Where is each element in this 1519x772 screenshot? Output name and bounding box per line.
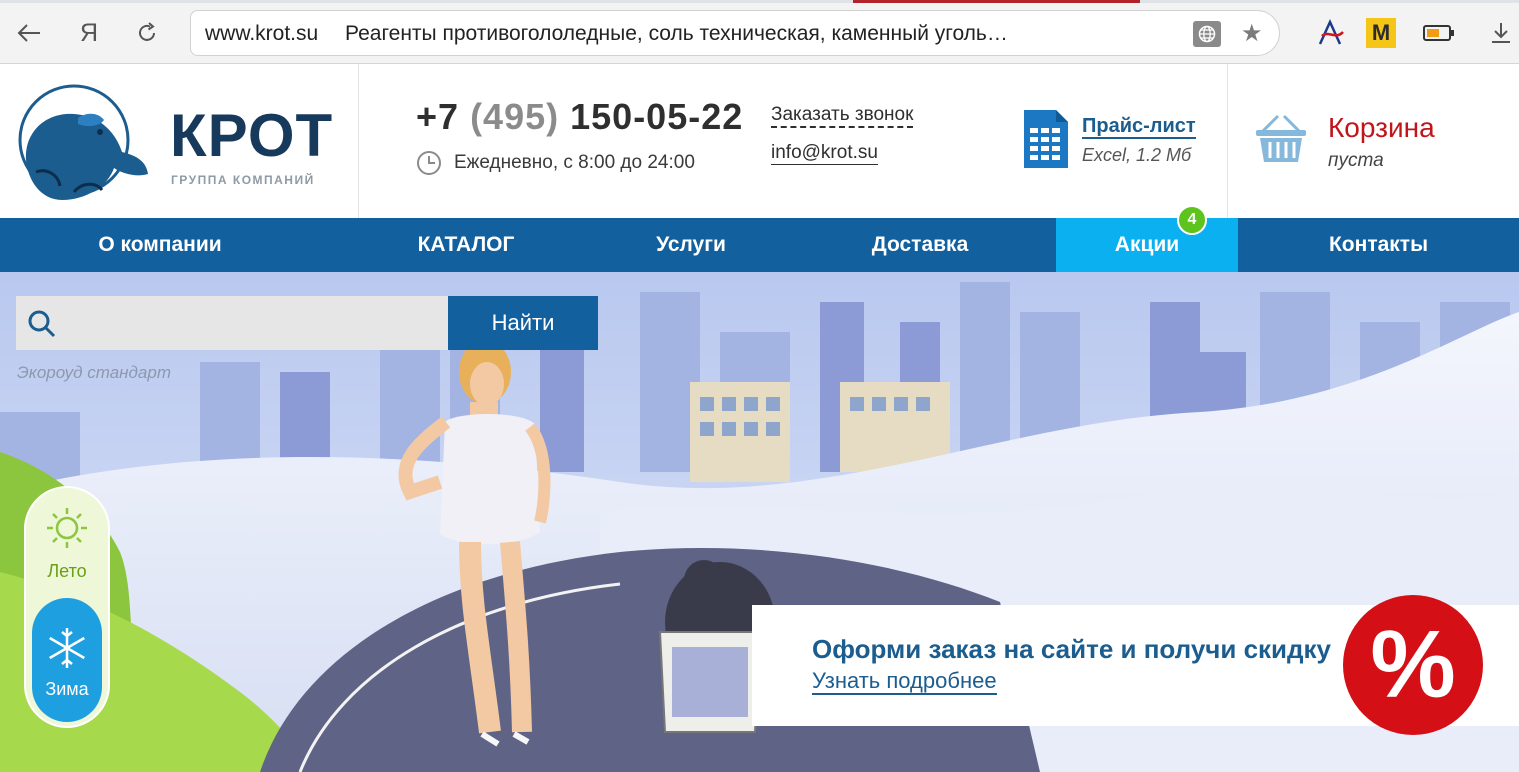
main-navigation: О компании КАТАЛОГ Услуги Доставка Акции… xyxy=(0,218,1519,272)
cart-link[interactable]: Корзина xyxy=(1328,112,1435,144)
sun-icon xyxy=(47,508,87,548)
star-icon[interactable]: ★ xyxy=(1241,19,1263,48)
arrow-left-icon xyxy=(17,24,40,42)
search-example-hint[interactable]: Экороуд стандарт xyxy=(17,363,171,383)
cart-status: пуста xyxy=(1328,150,1384,171)
downloads-button[interactable] xyxy=(1484,16,1518,50)
active-tab-indicator xyxy=(853,0,1140,3)
nav-item-promotions[interactable]: Акции xyxy=(1056,218,1238,272)
callback-link[interactable]: Заказать звонок xyxy=(771,104,914,128)
nav-item-about[interactable]: О компании xyxy=(0,218,320,272)
address-domain: www.krot.su xyxy=(205,22,319,45)
header-divider xyxy=(1227,64,1228,218)
translator-extension-button[interactable] xyxy=(1314,16,1348,50)
globe-icon xyxy=(1198,25,1216,43)
battery-indicator xyxy=(1422,16,1456,50)
phone-digits: 150-05-22 xyxy=(570,96,744,137)
percent-icon[interactable]: % xyxy=(1343,595,1483,735)
mole-logo-icon[interactable] xyxy=(16,82,156,208)
nav-item-catalog[interactable]: КАТАЛОГ xyxy=(320,218,612,272)
phone-area-code: (495) xyxy=(470,96,560,137)
translate-button[interactable] xyxy=(1193,21,1221,47)
header-divider xyxy=(358,64,359,218)
metrika-extension-button[interactable]: M xyxy=(1366,18,1396,48)
translator-extension-icon xyxy=(1318,18,1344,45)
phone-number[interactable]: +7 (495) 150-05-22 xyxy=(416,96,743,138)
price-list-link[interactable]: Прайс-лист xyxy=(1082,115,1196,139)
email-link[interactable]: info@krot.su xyxy=(771,142,878,165)
logo-subtitle: ГРУППА КОМПАНИЙ xyxy=(171,173,315,187)
nav-item-services[interactable]: Услуги xyxy=(612,218,770,272)
spreadsheet-icon[interactable] xyxy=(1024,110,1068,168)
season-switcher: Лето Зима xyxy=(24,486,110,728)
phone-prefix: +7 xyxy=(416,96,460,137)
season-winter-button[interactable]: Зима xyxy=(32,598,102,722)
basket-icon[interactable] xyxy=(1254,112,1308,164)
browser-toolbar: Я www.krot.su Реагенты противогололедные… xyxy=(0,0,1519,64)
promo-details-link[interactable]: Узнать подробнее xyxy=(812,669,997,695)
address-bar[interactable]: www.krot.su Реагенты противогололедные, … xyxy=(190,10,1280,56)
search-icon xyxy=(28,310,56,338)
logo-title[interactable]: КРОТ xyxy=(170,106,333,166)
promo-title: Оформи заказ на сайте и получи скидку xyxy=(812,634,1332,664)
site-header: КРОТ ГРУППА КОМПАНИЙ +7 (495) 150-05-22 … xyxy=(0,64,1519,218)
search-button[interactable]: Найти xyxy=(448,296,598,350)
season-summer-button[interactable]: Лето xyxy=(26,506,108,582)
yandex-logo-icon: Я xyxy=(79,18,99,47)
season-winter-label: Зима xyxy=(45,679,89,699)
yandex-home-button[interactable]: Я xyxy=(72,16,106,50)
season-summer-label: Лето xyxy=(47,561,87,581)
snowflake-icon xyxy=(49,628,85,668)
nav-item-delivery[interactable]: Доставка xyxy=(770,218,1070,272)
tab-strip xyxy=(0,0,1519,3)
reload-button[interactable] xyxy=(130,16,164,50)
working-hours: Ежедневно, с 8:00 до 24:00 xyxy=(454,152,695,173)
back-button[interactable] xyxy=(12,16,46,50)
address-page-title: Реагенты противогололедные, соль техниче… xyxy=(345,22,1008,45)
clock-icon xyxy=(417,151,441,175)
reload-icon xyxy=(139,22,155,41)
download-icon xyxy=(1492,23,1510,43)
price-list-meta: Excel, 1.2 Мб xyxy=(1082,145,1192,165)
nav-item-contacts[interactable]: Контакты xyxy=(1238,218,1519,272)
battery-icon xyxy=(1423,25,1454,41)
metrika-extension-icon: M xyxy=(1371,20,1391,45)
promotions-count-badge: 4 xyxy=(1177,205,1207,235)
search-input[interactable] xyxy=(64,296,444,350)
